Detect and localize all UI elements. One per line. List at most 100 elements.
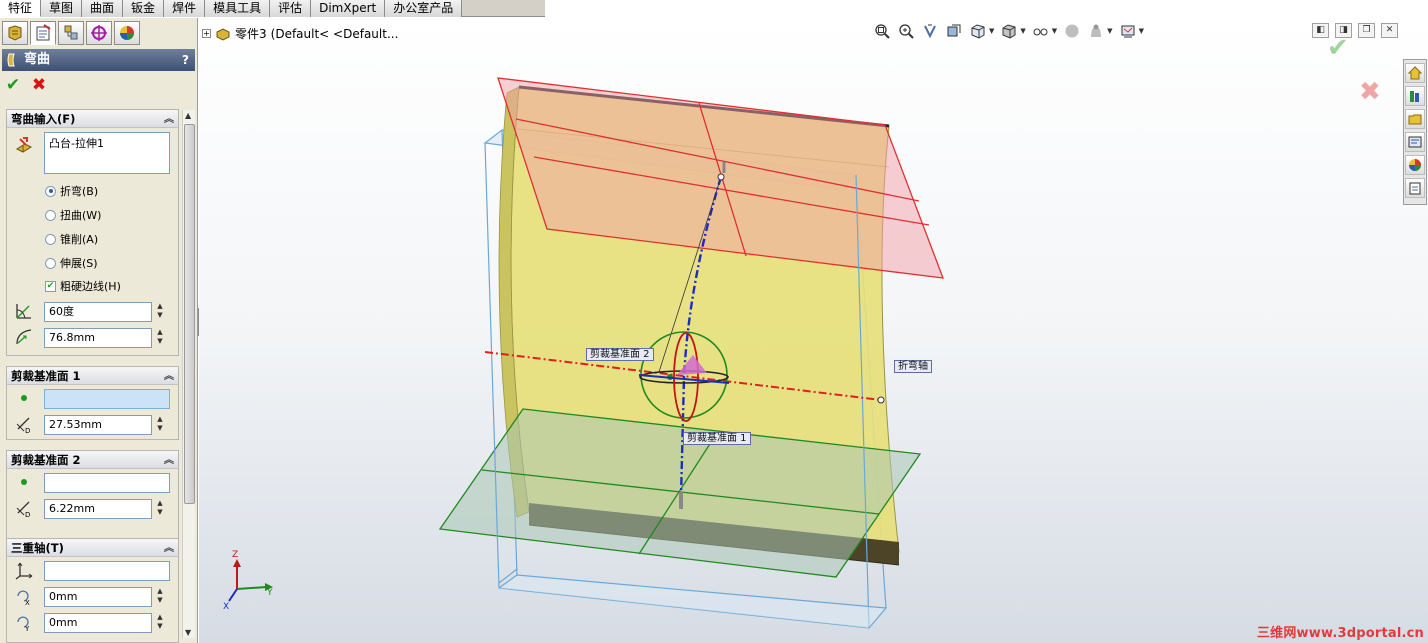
svg-text:D: D <box>25 427 30 434</box>
bodies-to-bend-list[interactable]: 凸台-拉伸1 <box>44 132 170 174</box>
trim-plane-2-group: 剪裁基准面 2 ︽ D 6.22mm ▲ ▼ <box>6 450 179 548</box>
angle-input[interactable]: 60度 <box>44 302 152 322</box>
trim-plane-1-group: 剪裁基准面 1 ︽ D 27.53mm ▲ ▼ <box>6 366 179 440</box>
tab-features[interactable]: 特征 <box>0 0 42 17</box>
triad-axis-z-label: Z <box>232 550 238 560</box>
reference-triad: Z Y X <box>223 550 273 612</box>
home-icon[interactable] <box>1405 63 1425 83</box>
command-manager-tabs: 特征 草图 曲面 钣金 焊件 模具工具 评估 DimXpert 办公室产品 <box>0 0 545 17</box>
hard-edges-checkbox[interactable]: ✔ <box>45 280 56 292</box>
bend-input-group: 弯曲输入(F) ︽ 凸台-拉伸1 折弯(B) 扭曲(W) 锥削(A) 伸展(S)… <box>6 109 179 356</box>
collapse-icon[interactable]: ︽ <box>164 452 174 470</box>
watermark: 三维网www.3dportal.cn <box>1256 626 1424 641</box>
tab-surfaces[interactable]: 曲面 <box>82 0 124 17</box>
panel-title: 弯曲 <box>24 52 51 67</box>
trim-plane-2-distance[interactable]: 6.22mm <box>44 499 152 519</box>
collapse-icon[interactable]: ︽ <box>164 111 174 129</box>
scroll-up-icon[interactable]: ▲ <box>185 111 191 120</box>
rotate-y-icon: Y <box>13 611 35 633</box>
tab-sheet-metal[interactable]: 钣金 <box>123 0 165 17</box>
trim-plane-1-title[interactable]: 剪裁基准面 1 ︽ <box>7 367 178 385</box>
triad-group: 三重轴(T) ︽ X 0mm ▲ ▼ Y 0mm ▲ ▼ <box>6 538 179 643</box>
configuration-manager-tab[interactable] <box>58 21 84 45</box>
custom-properties-icon[interactable] <box>1405 178 1425 198</box>
point-icon <box>13 387 35 409</box>
file-explorer-icon[interactable] <box>1405 109 1425 129</box>
rotate-x-spinner[interactable]: ▲ ▼ <box>155 587 165 607</box>
triad-rotate-y[interactable]: 0mm <box>44 613 152 633</box>
panel-scrollbar[interactable]: ▲ ▼ <box>182 110 195 638</box>
help-button[interactable]: ? <box>182 49 189 71</box>
manager-tabs <box>0 18 197 48</box>
crosshair-icon <box>91 25 107 41</box>
trim-plane-1-spinner[interactable]: ▲ ▼ <box>155 415 165 435</box>
bodies-icon <box>13 134 35 156</box>
svg-text:D: D <box>25 511 30 518</box>
feature-manager-tab[interactable] <box>2 21 28 45</box>
view-palette-icon[interactable] <box>1405 132 1425 152</box>
option-bend[interactable]: 折弯(B) <box>45 183 98 199</box>
configuration-icon <box>64 25 78 40</box>
trim-plane-2-spinner[interactable]: ▲ ▼ <box>155 499 165 519</box>
triad-rotate-x[interactable]: 0mm <box>44 587 152 607</box>
option-twist[interactable]: 扭曲(W) <box>45 207 101 223</box>
radius-icon <box>13 326 35 348</box>
appearances-icon[interactable] <box>1405 155 1425 175</box>
trim-plane-1-tag[interactable]: 剪裁基准面 1 <box>683 432 751 445</box>
property-manager-header: 弯曲 ? <box>2 49 195 71</box>
angle-icon <box>13 300 35 322</box>
task-pane-tabs <box>1403 59 1427 205</box>
feature-tree-icon <box>8 25 22 41</box>
tab-office-products[interactable]: 办公室产品 <box>385 0 463 17</box>
triad-icon <box>13 559 35 581</box>
svg-text:Y: Y <box>24 625 30 632</box>
property-sheet-icon <box>36 24 51 41</box>
cancel-button[interactable]: ✖ <box>30 76 48 94</box>
bend-input-title[interactable]: 弯曲输入(F) ︽ <box>7 110 178 128</box>
point-icon <box>13 471 35 493</box>
distance-icon: D <box>13 413 35 435</box>
radius-spinner[interactable]: ▲ ▼ <box>155 328 165 348</box>
dimxpert-manager-tab[interactable] <box>86 21 112 45</box>
collapse-icon[interactable]: ︽ <box>164 540 174 558</box>
bend-axis-tag[interactable]: 折弯轴 <box>894 360 932 373</box>
taper-radio[interactable] <box>45 233 56 245</box>
triad-title[interactable]: 三重轴(T) ︽ <box>7 539 178 557</box>
tab-evaluate[interactable]: 评估 <box>270 0 312 17</box>
tab-mold-tools[interactable]: 模具工具 <box>205 0 271 17</box>
model-scene: Z Y X <box>223 77 944 629</box>
property-manager-tab[interactable] <box>30 21 56 45</box>
trim-plane-1-reference[interactable] <box>44 389 170 409</box>
triad-axis-x-label: X <box>223 602 229 612</box>
graphics-area[interactable]: + 零件3 (Default< <Default... ▼ ▼ ▼ ▼ ▼ ◧ … <box>199 17 1428 643</box>
triad-reference[interactable] <box>44 561 170 581</box>
triad-axis-y-label: Y <box>266 588 273 598</box>
trim-plane-2-tag[interactable]: 剪裁基准面 2 <box>586 348 654 361</box>
option-stretch[interactable]: 伸展(S) <box>45 255 98 271</box>
confirm-row: ✔ ✖ <box>4 76 48 96</box>
property-manager-panel: 弯曲 ? ✔ ✖ 弯曲输入(F) ︽ 凸台-拉伸1 折弯(B) 扭曲(W) 锥削… <box>0 18 198 643</box>
trim-plane-1-distance[interactable]: 27.53mm <box>44 415 152 435</box>
tab-dimxpert[interactable]: DimXpert <box>311 0 386 17</box>
tab-weldments[interactable]: 焊件 <box>164 0 206 17</box>
trim-plane-2-title[interactable]: 剪裁基准面 2 ︽ <box>7 451 178 469</box>
bend-feature-icon <box>6 53 20 75</box>
radius-input[interactable]: 76.8mm <box>44 328 152 348</box>
rotate-y-spinner[interactable]: ▲ ▼ <box>155 613 165 633</box>
option-taper[interactable]: 锥削(A) <box>45 231 98 247</box>
trim-plane-2-reference[interactable] <box>44 473 170 493</box>
angle-spinner[interactable]: ▲ ▼ <box>155 302 165 322</box>
scroll-thumb[interactable] <box>184 124 195 504</box>
svg-text:X: X <box>25 599 30 606</box>
collapse-icon[interactable]: ︽ <box>164 368 174 386</box>
scroll-down-icon[interactable]: ▼ <box>185 628 191 637</box>
twist-radio[interactable] <box>45 209 56 221</box>
rotate-x-icon: X <box>13 585 35 607</box>
option-hard-edges[interactable]: ✔ 粗硬边线(H) <box>45 278 121 294</box>
design-library-icon[interactable] <box>1405 86 1425 106</box>
tab-sketch[interactable]: 草图 <box>41 0 83 17</box>
stretch-radio[interactable] <box>45 257 56 269</box>
ok-button[interactable]: ✔ <box>4 76 22 94</box>
display-manager-tab[interactable] <box>114 21 140 45</box>
bend-radio[interactable] <box>45 185 56 197</box>
